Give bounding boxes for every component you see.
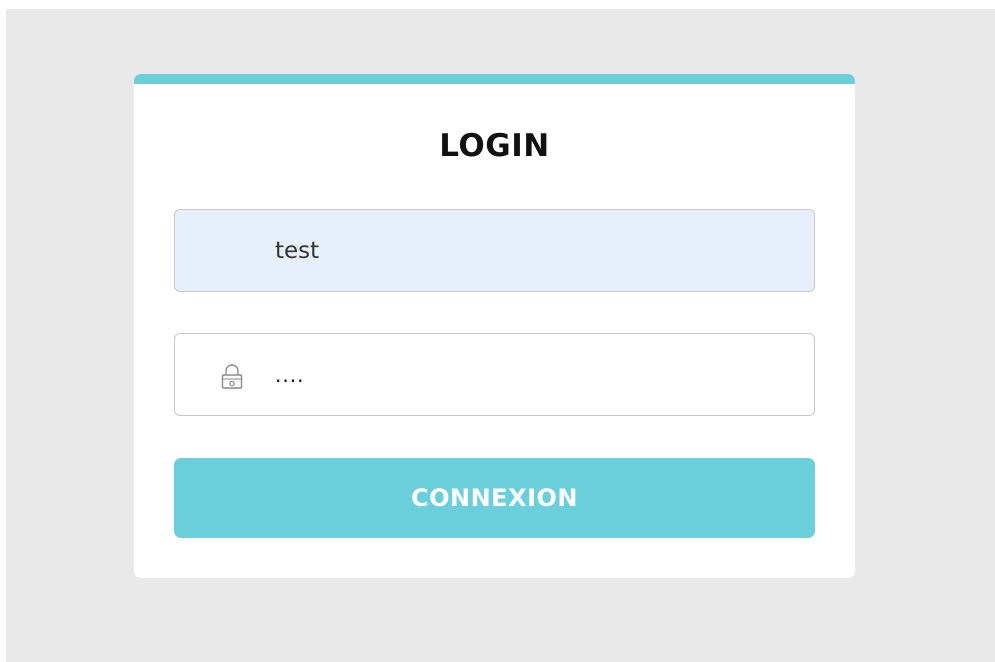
card-accent-bar — [134, 74, 855, 84]
username-input[interactable] — [275, 210, 795, 291]
password-input[interactable] — [275, 334, 795, 415]
username-field[interactable] — [174, 209, 815, 292]
connexion-button[interactable]: CONNEXION — [174, 458, 815, 538]
login-card: LOGIN CONNEXION — [134, 74, 855, 578]
lock-icon — [219, 362, 245, 392]
login-title: LOGIN — [439, 128, 550, 164]
password-field[interactable] — [174, 333, 815, 416]
